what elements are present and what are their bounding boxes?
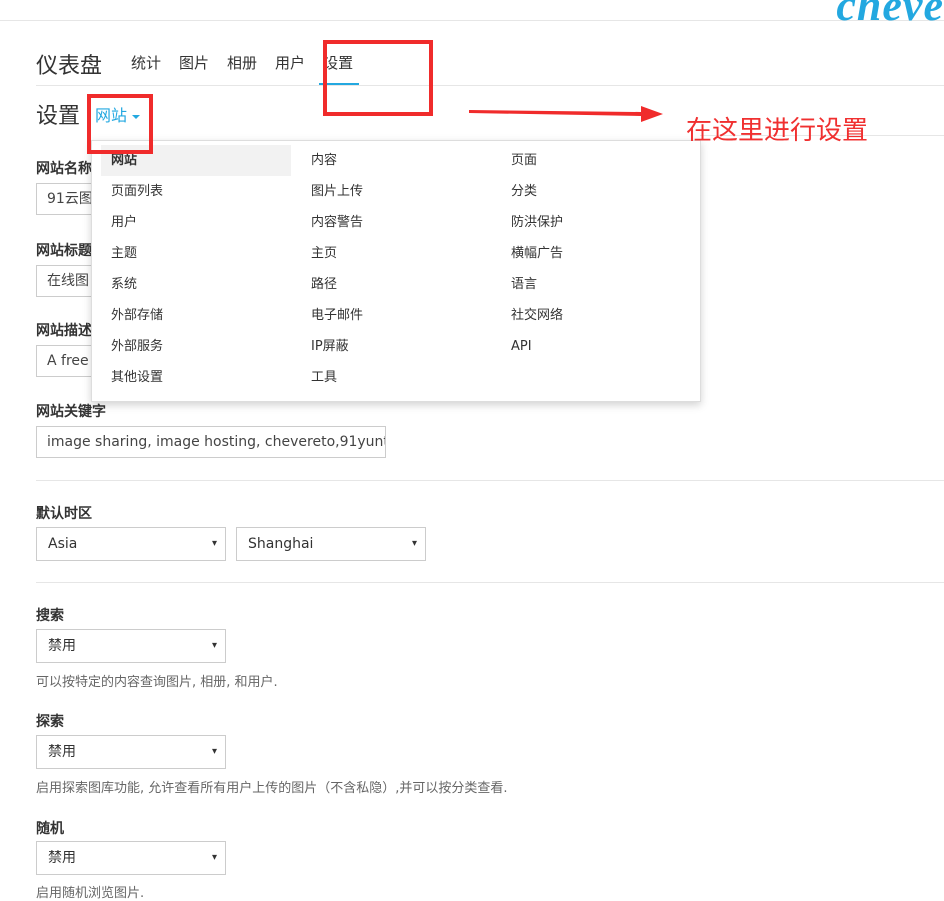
menu-item-ip-ban[interactable]: IP屏蔽 <box>301 331 491 362</box>
select-arrow-icon: ▾ <box>211 852 217 863</box>
random-value: 禁用 <box>48 850 76 866</box>
menu-item-email[interactable]: 电子邮件 <box>301 300 491 331</box>
explore-label: 探索 <box>36 714 64 730</box>
timezone-city-select[interactable]: Shanghai ▾ <box>236 527 426 561</box>
menu-item-homepage[interactable]: 主页 <box>301 238 491 269</box>
explore-help-text: 启用探索图库功能, 允许查看所有用户上传的图片（不含私隐）,并可以按分类查看. <box>36 781 508 796</box>
menu-item-banners[interactable]: 横幅广告 <box>501 238 691 269</box>
site-desc-label: 网站描述 <box>36 323 92 339</box>
search-label: 搜索 <box>36 608 64 624</box>
annotation-arrow-icon <box>469 106 663 122</box>
nav-tab-stats[interactable]: 统计 <box>131 52 161 85</box>
search-value: 禁用 <box>48 638 76 654</box>
timezone-label: 默认时区 <box>36 506 92 522</box>
menu-item-content[interactable]: 内容 <box>301 145 491 176</box>
brand-logo[interactable]: cheve <box>836 0 944 31</box>
dashboard-title: 仪表盘 <box>36 54 103 79</box>
timezone-region-select[interactable]: Asia ▾ <box>36 527 226 561</box>
menu-item-pages[interactable]: 页面 <box>501 145 691 176</box>
select-arrow-icon: ▾ <box>211 746 217 757</box>
site-keywords-label: 网站关键字 <box>36 404 106 420</box>
header-divider <box>36 85 944 86</box>
menu-item-categories[interactable]: 分类 <box>501 176 691 207</box>
nav-tab-users[interactable]: 用户 <box>275 52 305 85</box>
settings-dropdown-menu: 网站 页面列表 用户 主题 系统 外部存储 外部服务 其他设置 内容 图片上传 … <box>91 140 701 402</box>
highlight-box-settings-tab <box>323 40 433 116</box>
search-select[interactable]: 禁用 ▾ <box>36 629 226 663</box>
random-label: 随机 <box>36 821 64 837</box>
menu-item-theme[interactable]: 主题 <box>101 238 291 269</box>
section-divider <box>36 480 944 481</box>
explore-select[interactable]: 禁用 ▾ <box>36 735 226 769</box>
menu-item-system[interactable]: 系统 <box>101 269 291 300</box>
section-divider <box>36 582 944 583</box>
nav-tab-albums[interactable]: 相册 <box>227 52 257 85</box>
menu-item-flood-protection[interactable]: 防洪保护 <box>501 207 691 238</box>
random-select[interactable]: 禁用 ▾ <box>36 841 226 875</box>
search-help-text: 可以按特定的内容查询图片, 相册, 和用户. <box>36 675 278 690</box>
menu-item-external-services[interactable]: 外部服务 <box>101 331 291 362</box>
settings-title: 设置 <box>36 104 81 129</box>
menu-column-2: 内容 图片上传 内容警告 主页 路径 电子邮件 IP屏蔽 工具 <box>301 145 491 393</box>
menu-item-other-settings[interactable]: 其他设置 <box>101 362 291 393</box>
timezone-region-value: Asia <box>48 536 78 552</box>
menu-item-api[interactable]: API <box>501 331 691 362</box>
site-keywords-input[interactable]: image sharing, image hosting, chevereto,… <box>36 426 386 458</box>
menu-item-language[interactable]: 语言 <box>501 269 691 300</box>
top-bar: cheve <box>0 0 944 30</box>
select-arrow-icon: ▾ <box>211 640 217 651</box>
highlight-box-website-dropdown <box>87 94 153 154</box>
menu-column-1: 网站 页面列表 用户 主题 系统 外部存储 外部服务 其他设置 <box>101 145 291 393</box>
menu-item-users[interactable]: 用户 <box>101 207 291 238</box>
menu-item-external-storage[interactable]: 外部存储 <box>101 300 291 331</box>
annotation-text: 在这里进行设置 <box>686 116 869 146</box>
menu-item-image-upload[interactable]: 图片上传 <box>301 176 491 207</box>
timezone-city-value: Shanghai <box>248 536 314 552</box>
select-arrow-icon: ▾ <box>211 538 217 549</box>
select-arrow-icon: ▾ <box>411 538 417 549</box>
site-title-label: 网站标题 <box>36 243 92 259</box>
menu-item-tools[interactable]: 工具 <box>301 362 491 393</box>
menu-item-page-list[interactable]: 页面列表 <box>101 176 291 207</box>
menu-item-content-warning[interactable]: 内容警告 <box>301 207 491 238</box>
menu-item-social-networks[interactable]: 社交网络 <box>501 300 691 331</box>
menu-item-routes[interactable]: 路径 <box>301 269 491 300</box>
explore-value: 禁用 <box>48 744 76 760</box>
nav-tab-images[interactable]: 图片 <box>179 52 209 85</box>
menu-column-3: 页面 分类 防洪保护 横幅广告 语言 社交网络 API <box>501 145 691 362</box>
site-name-label: 网站名称 <box>36 161 92 177</box>
